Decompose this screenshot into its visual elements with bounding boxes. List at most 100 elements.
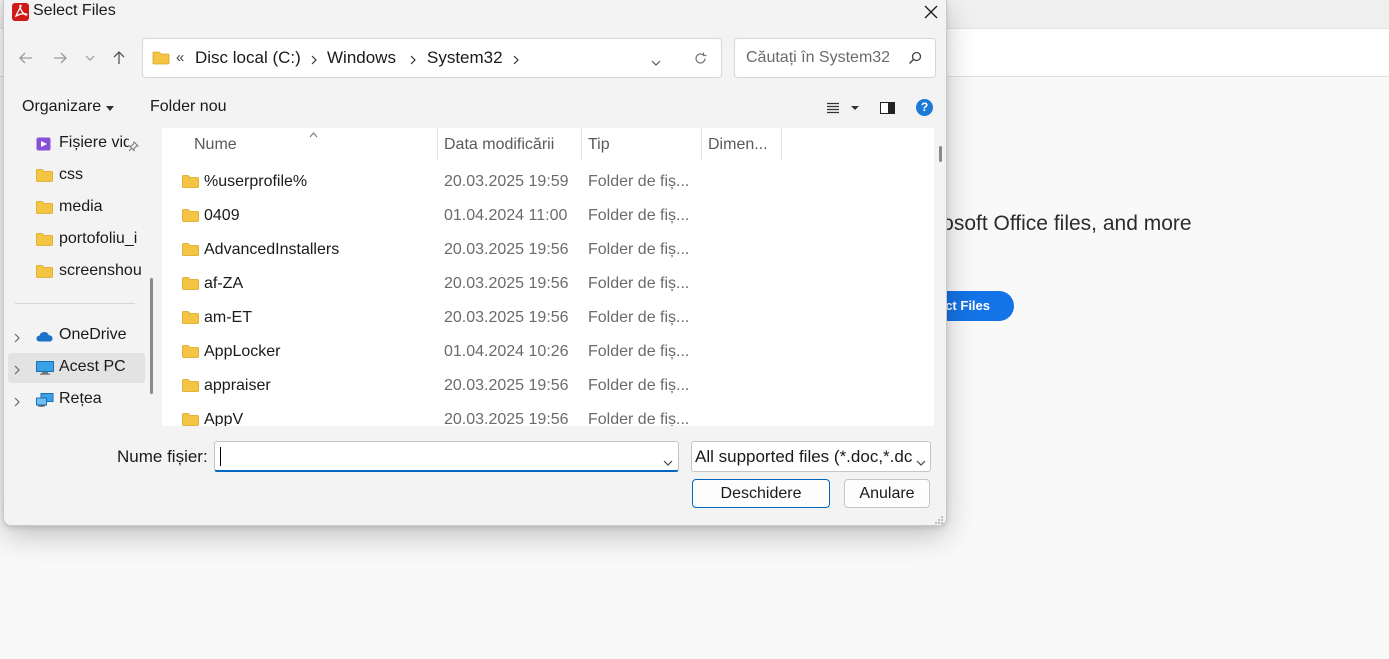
file-name: am-ET	[204, 309, 252, 326]
column-divider[interactable]	[701, 128, 702, 161]
file-type: Folder de fiș...	[588, 377, 690, 394]
file-date: 20.03.2025 19:56	[444, 411, 569, 426]
nav-item-portofoliu[interactable]: portofoliu_i	[4, 225, 146, 255]
dialog-title-bar: Select Files	[4, 0, 946, 26]
chevron-down-icon	[916, 453, 926, 471]
nav-item-label: Fișiere vid	[59, 134, 129, 151]
table-row[interactable]: af-ZA 20.03.2025 19:56 Folder de fiș...	[162, 268, 934, 302]
chevron-down-icon	[651, 60, 661, 66]
new-folder-button[interactable]: Folder nou	[150, 98, 227, 116]
column-divider[interactable]	[437, 128, 438, 161]
file-type: Folder de fiș...	[588, 411, 690, 426]
folder-icon	[182, 413, 199, 426]
breadcrumb-disc-local[interactable]: Disc local (C:)	[195, 48, 301, 68]
folder-icon	[36, 201, 53, 219]
file-type-select[interactable]: All supported files (*.doc,*.dc	[691, 441, 931, 472]
table-row[interactable]: %userprofile% 20.03.2025 19:59 Folder de…	[162, 166, 934, 200]
table-row[interactable]: AppV 20.03.2025 19:56 Folder de fiș...	[162, 404, 934, 426]
file-date: 01.04.2024 11:00	[444, 207, 568, 224]
chevron-right-icon[interactable]	[14, 330, 20, 348]
column-header-date[interactable]: Data modificării	[444, 128, 554, 161]
nav-item-retea[interactable]: Rețea	[4, 385, 146, 415]
nav-item-screenshots[interactable]: screenshou	[4, 257, 146, 287]
up-arrow-icon	[113, 51, 125, 64]
preview-pane-button[interactable]	[880, 101, 895, 119]
search-icon[interactable]	[908, 51, 922, 70]
column-header-size[interactable]: Dimen...	[708, 128, 768, 161]
refresh-button[interactable]	[694, 52, 707, 70]
address-history-dropdown[interactable]	[651, 53, 661, 71]
table-row[interactable]: 0409 01.04.2024 11:00 Folder de fiș...	[162, 200, 934, 234]
nav-item-label: OneDrive	[59, 326, 127, 343]
forward-arrow-icon	[54, 52, 67, 64]
table-row[interactable]: appraiser 20.03.2025 19:56 Folder de fiș…	[162, 370, 934, 404]
file-type: Folder de fiș...	[588, 275, 690, 292]
column-header-name[interactable]: Nume	[194, 128, 237, 161]
filename-input[interactable]	[214, 441, 679, 472]
filename-history-dropdown[interactable]	[663, 453, 673, 471]
back-button[interactable]	[14, 46, 38, 70]
breadcrumb-windows[interactable]: Windows	[327, 48, 396, 68]
file-name: AppV	[204, 411, 244, 426]
folder-icon	[36, 233, 53, 251]
resize-grip-icon[interactable]	[934, 512, 944, 525]
nav-item-label: screenshou	[59, 262, 142, 279]
table-row[interactable]: am-ET 20.03.2025 19:56 Folder de fiș...	[162, 302, 934, 336]
file-name: 0409	[204, 207, 240, 224]
file-name: appraiser	[204, 377, 271, 394]
dialog-title: Select Files	[33, 2, 116, 19]
recent-locations-button[interactable]	[78, 46, 102, 70]
nav-item-label: portofoliu_i	[59, 230, 138, 247]
nav-pane-scrollbar[interactable]	[150, 278, 153, 394]
chevron-right-icon[interactable]	[311, 52, 317, 70]
nav-item-label: Rețea	[59, 390, 102, 407]
breadcrumb-system32[interactable]: System32	[427, 48, 503, 68]
chevron-right-icon[interactable]	[14, 362, 20, 380]
file-name: af-ZA	[204, 275, 244, 292]
nav-item-onedrive[interactable]: OneDrive	[4, 321, 146, 351]
organize-menu-button[interactable]: Organizare	[22, 98, 115, 116]
nav-item-acest-pc[interactable]: Acest PC	[8, 353, 145, 383]
search-input[interactable]: Căutați în System32	[734, 38, 936, 78]
chevron-down-icon	[85, 55, 95, 61]
chevron-right-icon[interactable]	[513, 52, 519, 70]
video-folder-icon	[36, 137, 51, 156]
nav-item-media[interactable]: media	[4, 193, 146, 223]
sort-ascending-icon	[309, 128, 318, 143]
column-header-type[interactable]: Tip	[588, 128, 610, 161]
address-bar[interactable]: « Disc local (C:) Windows System32	[142, 38, 722, 78]
file-type: Folder de fiș...	[588, 173, 690, 190]
forward-button[interactable]	[48, 46, 72, 70]
folder-icon	[36, 169, 53, 187]
up-button[interactable]	[107, 46, 131, 70]
nav-item-fisiere-video[interactable]: Fișiere vid	[4, 129, 146, 159]
file-open-dialog: Select Files « Disc local (C:) Windows S…	[3, 0, 947, 526]
open-button[interactable]: Deschidere	[692, 479, 830, 508]
chevron-right-icon[interactable]	[410, 52, 416, 70]
column-divider[interactable]	[781, 128, 782, 161]
folder-icon	[182, 209, 199, 227]
command-toolbar: Organizare Folder nou ?	[4, 90, 946, 128]
file-list-scrollbar[interactable]	[939, 146, 942, 162]
file-date: 20.03.2025 19:56	[444, 309, 569, 326]
acrobat-pdf-icon	[12, 3, 29, 21]
pin-icon	[128, 139, 139, 157]
change-view-button[interactable]	[825, 101, 865, 119]
text-cursor	[220, 447, 221, 466]
cancel-button[interactable]: Anulare	[844, 479, 930, 508]
folder-icon	[182, 175, 199, 193]
file-type: Folder de fiș...	[588, 309, 690, 326]
folder-icon	[182, 243, 199, 261]
column-divider[interactable]	[581, 128, 582, 161]
help-icon[interactable]: ?	[916, 99, 933, 116]
table-row[interactable]: AdvancedInstallers 20.03.2025 19:56 Fold…	[162, 234, 934, 268]
folder-icon	[182, 379, 199, 397]
breadcrumb-overflow[interactable]: «	[176, 49, 184, 66]
close-button[interactable]	[914, 0, 946, 24]
table-row[interactable]: AppLocker 01.04.2024 10:26 Folder de fiș…	[162, 336, 934, 370]
file-type: Folder de fiș...	[588, 207, 690, 224]
caret-down-icon	[106, 98, 115, 116]
preview-pane-icon	[880, 102, 895, 114]
chevron-right-icon[interactable]	[14, 394, 20, 412]
nav-item-css[interactable]: css	[4, 161, 146, 191]
